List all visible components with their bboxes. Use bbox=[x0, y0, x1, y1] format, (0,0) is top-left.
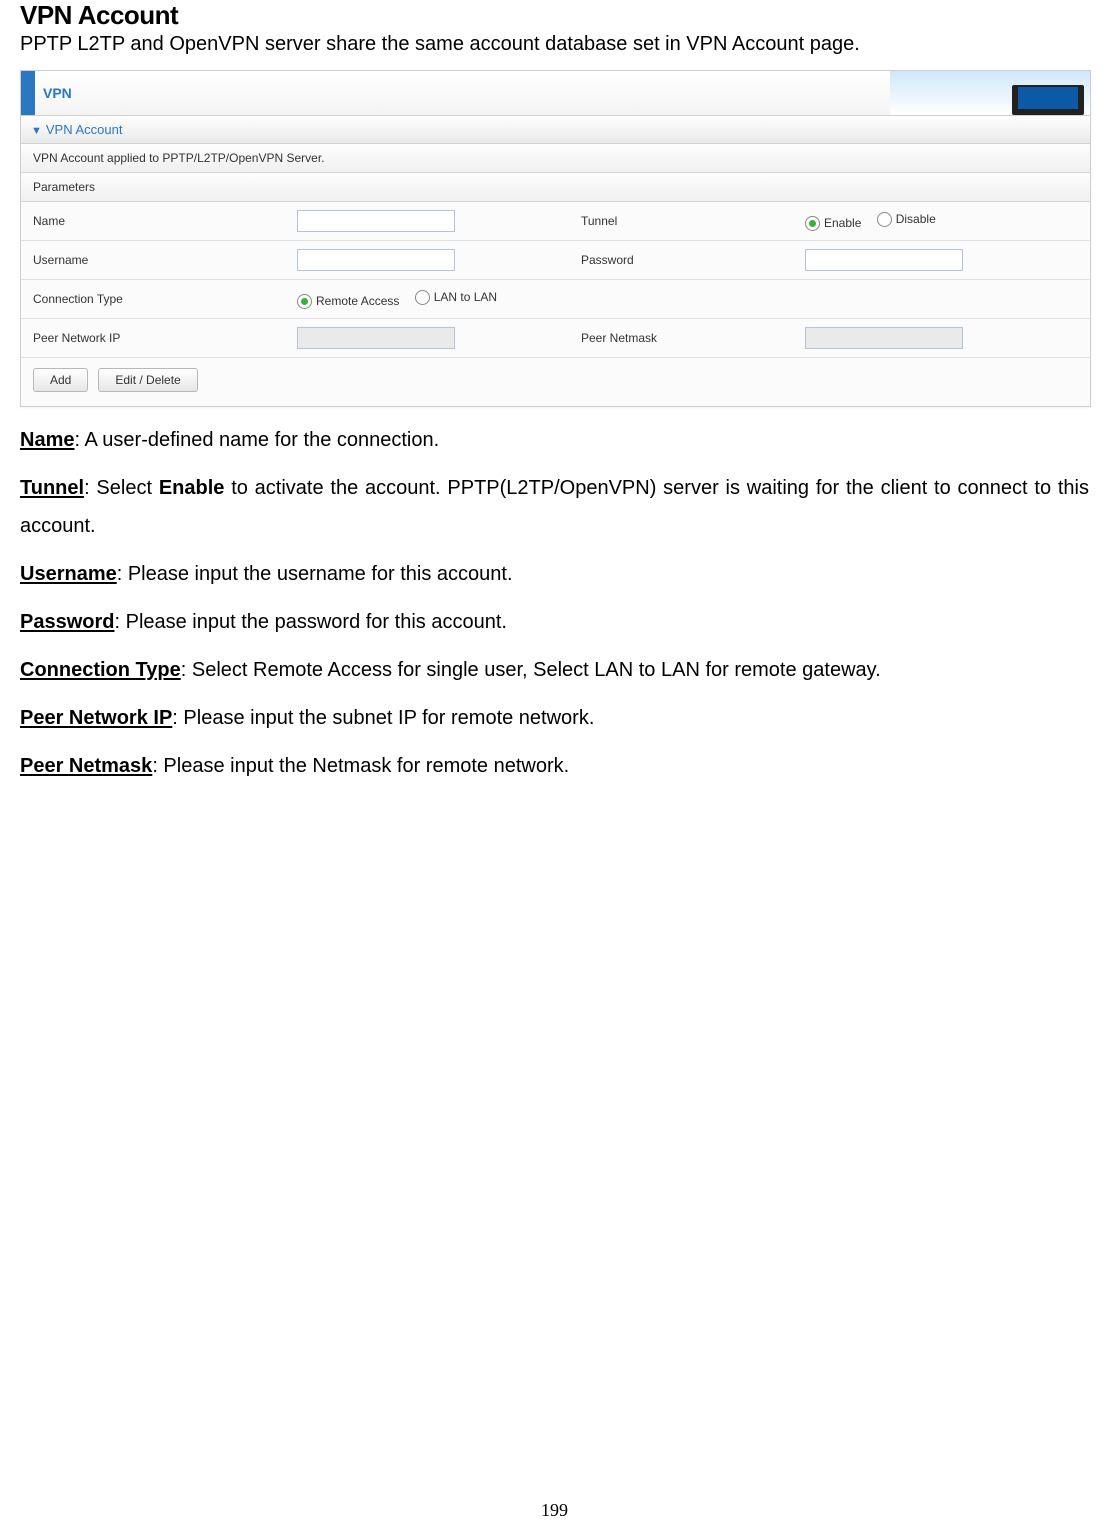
label-peer-network-ip: Peer Network IP bbox=[21, 319, 285, 358]
add-button[interactable]: Add bbox=[33, 368, 88, 392]
radio-checked-icon bbox=[805, 216, 820, 231]
radio-checked-icon bbox=[297, 294, 312, 309]
disable-label: Disable bbox=[896, 212, 936, 226]
term-connection-type: Connection Type bbox=[20, 659, 181, 681]
enable-label: Enable bbox=[824, 216, 861, 230]
lan-to-lan-radio[interactable]: LAN to LAN bbox=[415, 290, 497, 305]
section-description: VPN Account applied to PPTP/L2TP/OpenVPN… bbox=[21, 144, 1090, 173]
header-decorative-image bbox=[890, 71, 1090, 115]
definition-peer-network-ip: Peer Network IP: Please input the subnet… bbox=[20, 699, 1089, 737]
term-peer-netmask: Peer Netmask bbox=[20, 755, 152, 777]
section-header[interactable]: ▼ VPN Account bbox=[21, 116, 1090, 144]
definition-connection-type: Connection Type: Select Remote Access fo… bbox=[20, 651, 1089, 689]
chevron-down-icon: ▼ bbox=[31, 125, 42, 137]
label-username: Username bbox=[21, 241, 285, 280]
remote-access-radio[interactable]: Remote Access bbox=[297, 294, 399, 309]
header-accent-bar bbox=[21, 71, 35, 115]
name-input[interactable] bbox=[297, 210, 455, 232]
definition-name: Name: A user-defined name for the connec… bbox=[20, 421, 1089, 459]
label-name: Name bbox=[21, 202, 285, 241]
header-title: VPN bbox=[43, 85, 890, 101]
vpn-header: VPN bbox=[21, 71, 1090, 116]
peer-network-ip-input[interactable] bbox=[297, 327, 455, 349]
page-subtitle: PPTP L2TP and OpenVPN server share the s… bbox=[20, 33, 1089, 56]
label-tunnel: Tunnel bbox=[569, 202, 793, 241]
label-peer-netmask: Peer Netmask bbox=[569, 319, 793, 358]
definition-username: Username: Please input the username for … bbox=[20, 555, 1089, 593]
section-title: VPN Account bbox=[46, 122, 123, 137]
term-tunnel: Tunnel bbox=[20, 477, 84, 499]
username-input[interactable] bbox=[297, 249, 455, 271]
parameters-header: Parameters bbox=[21, 173, 1090, 202]
lan-to-lan-label: LAN to LAN bbox=[434, 290, 497, 304]
page-title: VPN Account bbox=[20, 0, 1089, 31]
vpn-screenshot-panel: VPN ▼ VPN Account VPN Account applied to … bbox=[20, 70, 1091, 407]
term-password: Password bbox=[20, 611, 114, 633]
edit-delete-button[interactable]: Edit / Delete bbox=[98, 368, 197, 392]
peer-netmask-input[interactable] bbox=[805, 327, 963, 349]
tunnel-disable-radio[interactable]: Disable bbox=[877, 212, 936, 227]
term-name: Name bbox=[20, 429, 74, 451]
page-number: 199 bbox=[0, 1500, 1109, 1521]
label-connection-type: Connection Type bbox=[21, 280, 285, 319]
password-input[interactable] bbox=[805, 249, 963, 271]
term-peer-network-ip: Peer Network IP bbox=[20, 707, 172, 729]
tunnel-enable-radio[interactable]: Enable bbox=[805, 216, 861, 231]
radio-unchecked-icon bbox=[877, 212, 892, 227]
term-username: Username bbox=[20, 563, 117, 585]
definition-tunnel: Tunnel: Select Enable to activate the ac… bbox=[20, 469, 1089, 545]
parameters-table: Name Tunnel Enable Disable Username bbox=[21, 202, 1090, 358]
radio-unchecked-icon bbox=[415, 290, 430, 305]
definition-password: Password: Please input the password for … bbox=[20, 603, 1089, 641]
button-row: Add Edit / Delete bbox=[21, 358, 1090, 406]
label-password: Password bbox=[569, 241, 793, 280]
definition-peer-netmask: Peer Netmask: Please input the Netmask f… bbox=[20, 747, 1089, 785]
remote-access-label: Remote Access bbox=[316, 294, 399, 308]
